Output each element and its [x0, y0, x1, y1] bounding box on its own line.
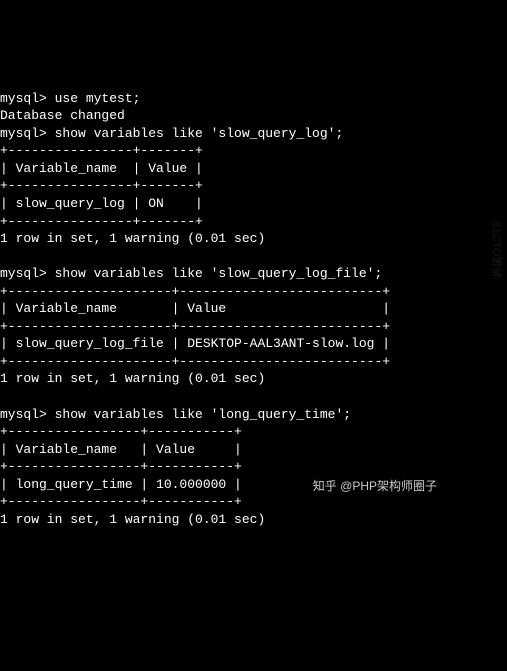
terminal-output: mysql> use mytest; Database changed mysq… [0, 70, 507, 530]
table-border: +----------------+-------+ [0, 143, 203, 158]
table-header: | Variable_name | Value | [0, 301, 390, 316]
table-header: | Variable_name | Value | [0, 442, 242, 457]
table-row: | slow_query_log | ON | [0, 196, 203, 211]
output-line: Database changed [0, 108, 125, 123]
table-border: +----------------+-------+ [0, 178, 203, 193]
table-border: +---------------------+-----------------… [0, 354, 390, 369]
table-border: +---------------------+-----------------… [0, 319, 390, 334]
prompt-line[interactable]: mysql> use mytest; [0, 91, 140, 106]
prompt-line[interactable]: mysql> show variables like 'slow_query_l… [0, 266, 382, 281]
prompt-line[interactable]: mysql> show variables like 'slow_query_l… [0, 126, 343, 141]
table-border: +-----------------+-----------+ [0, 424, 242, 439]
table-row: | slow_query_log_file | DESKTOP-AAL3ANT-… [0, 336, 390, 351]
result-summary: 1 row in set, 1 warning (0.01 sec) [0, 512, 265, 527]
table-border: +-----------------+-----------+ [0, 494, 242, 509]
result-summary: 1 row in set, 1 warning (0.01 sec) [0, 371, 265, 386]
table-border: +---------------------+-----------------… [0, 284, 390, 299]
table-border: +----------------+-------+ [0, 214, 203, 229]
result-summary: 1 row in set, 1 warning (0.01 sec) [0, 231, 265, 246]
table-border: +-----------------+-----------+ [0, 459, 242, 474]
table-row: | long_query_time | 10.000000 | [0, 477, 242, 492]
table-header: | Variable_name | Value | [0, 161, 203, 176]
prompt-line[interactable]: mysql> show variables like 'long_query_t… [0, 407, 351, 422]
